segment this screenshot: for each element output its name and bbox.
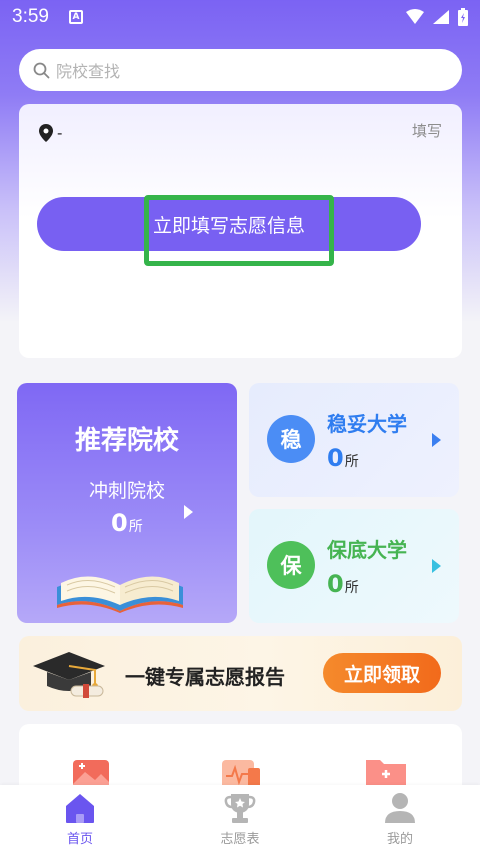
recommend-title: 推荐院校 bbox=[74, 426, 179, 456]
user-icon bbox=[385, 793, 415, 823]
report-banner[interactable]: 一键专属志愿报告 立即领取 bbox=[19, 636, 462, 711]
bottom-nav: 首页 志愿表 我的 bbox=[0, 785, 480, 852]
stable-count: 0所 bbox=[327, 444, 359, 472]
stable-title: 稳妥大学 bbox=[327, 412, 407, 436]
fill-volunteer-button[interactable]: 立即填写志愿信息 bbox=[37, 197, 421, 251]
safe-count: 0所 bbox=[327, 570, 359, 598]
stable-university-card[interactable]: 稳 稳妥大学 0所 bbox=[249, 383, 459, 497]
stable-count-unit: 所 bbox=[344, 454, 359, 470]
nav-item-volunteer-table[interactable]: 志愿表 bbox=[160, 785, 320, 852]
trophy-icon bbox=[224, 794, 256, 823]
safe-count-unit: 所 bbox=[344, 580, 359, 596]
nav-label-home: 首页 bbox=[66, 832, 93, 847]
fill-link[interactable]: 填写 bbox=[412, 120, 442, 141]
recommend-card[interactable]: 推荐院校 冲刺院校 0所 bbox=[17, 383, 237, 623]
location-text: - bbox=[57, 124, 63, 142]
sprint-count-unit: 所 bbox=[128, 519, 143, 535]
safe-badge: 保 bbox=[267, 541, 315, 589]
location-pin-icon bbox=[39, 124, 53, 142]
battery-icon bbox=[458, 8, 468, 26]
nav-item-home[interactable]: 首页 bbox=[0, 785, 160, 852]
signal-icon bbox=[433, 10, 449, 24]
sprint-count-value: 0 bbox=[111, 509, 128, 537]
status-time: 3:59 bbox=[12, 6, 49, 27]
search-bar[interactable]: 院校查找 bbox=[19, 49, 462, 91]
triangle-right-icon bbox=[432, 433, 441, 447]
nav-label-volunteer-table: 志愿表 bbox=[220, 832, 260, 847]
location-row: - bbox=[39, 124, 62, 142]
wifi-icon bbox=[406, 9, 424, 24]
stable-badge: 稳 bbox=[267, 415, 315, 463]
search-icon bbox=[33, 62, 50, 78]
status-bar: 3:59 A bbox=[0, 0, 480, 34]
status-icons bbox=[406, 8, 468, 26]
stable-count-value: 0 bbox=[327, 444, 344, 472]
sprint-label: 冲刺院校 bbox=[88, 480, 165, 502]
triangle-right-icon bbox=[432, 559, 441, 573]
nav-label-mine: 我的 bbox=[386, 832, 413, 847]
sprint-count: 0所 bbox=[111, 509, 143, 537]
triangle-right-icon bbox=[184, 505, 193, 519]
open-book-icon bbox=[57, 576, 183, 613]
volunteer-info-card: - 填写 立即填写志愿信息 bbox=[19, 104, 462, 358]
safe-title: 保底大学 bbox=[327, 538, 407, 562]
home-icon bbox=[66, 794, 94, 823]
safe-university-card[interactable]: 保 保底大学 0所 bbox=[249, 509, 459, 623]
graduation-cap-icon bbox=[33, 652, 105, 698]
safe-count-value: 0 bbox=[327, 570, 344, 598]
notification-icon: A bbox=[68, 10, 83, 24]
nav-item-mine[interactable]: 我的 bbox=[320, 785, 480, 852]
claim-button[interactable]: 立即领取 bbox=[323, 653, 441, 693]
report-text: 一键专属志愿报告 bbox=[125, 665, 285, 689]
search-placeholder: 院校查找 bbox=[56, 62, 121, 81]
